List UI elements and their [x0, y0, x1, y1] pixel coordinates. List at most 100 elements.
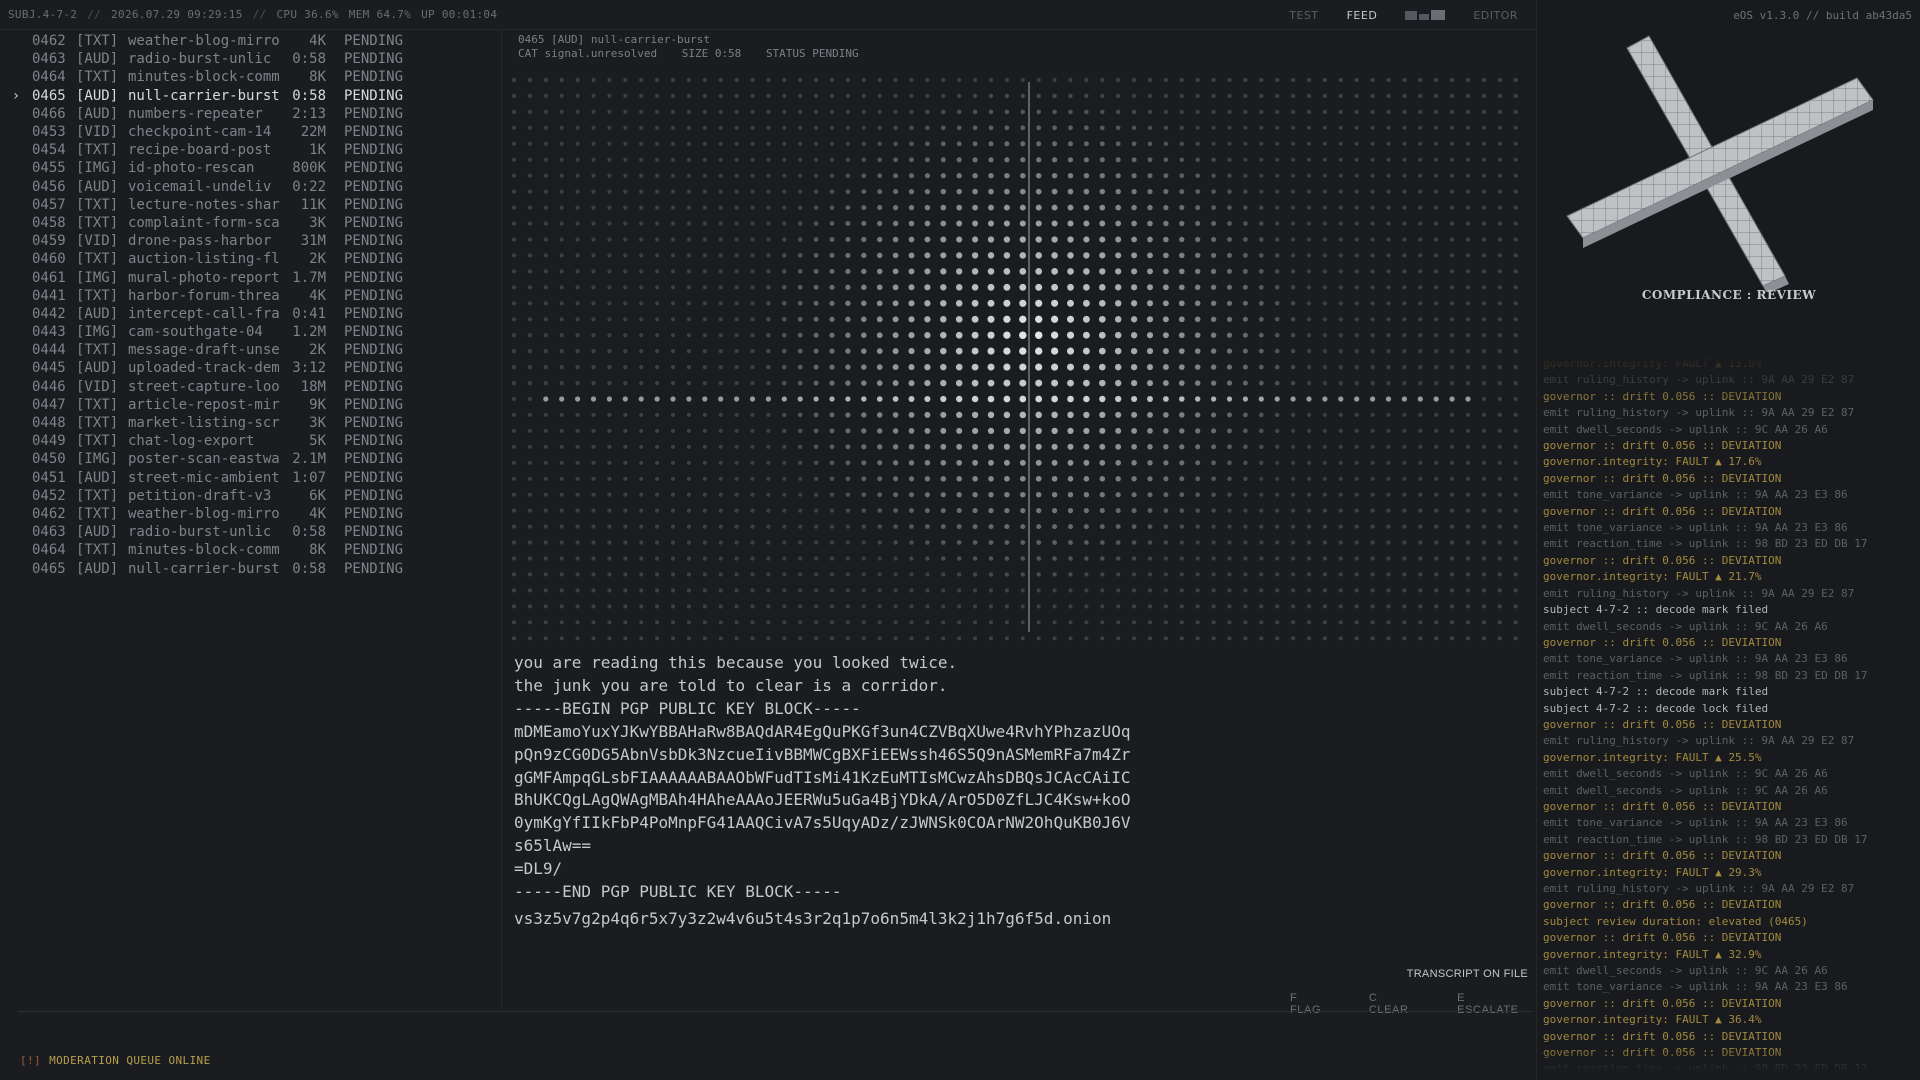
- signal-dot: [734, 221, 739, 226]
- queue-item-type: [TXT]: [76, 542, 119, 559]
- queue-row[interactable]: 0446 [VID] street-capture-loo 18M PENDING: [0, 378, 500, 396]
- signal-dot: [988, 475, 994, 482]
- queue-row[interactable]: 0454 [TXT] recipe-board-post 1K PENDING: [0, 141, 500, 159]
- queue-row[interactable]: 0452 [TXT] petition-draft-v3 6K PENDING: [0, 487, 500, 505]
- signal-dot: [1434, 588, 1439, 593]
- queue-row[interactable]: 0460 [TXT] auction-listing-fl 2K PENDING: [0, 250, 500, 268]
- signal-dot: [1322, 333, 1327, 338]
- tab-test[interactable]: TEST: [1289, 9, 1318, 22]
- queue-row[interactable]: 0462 [TXT] weather-blog-mirro 4K PENDING: [0, 32, 500, 50]
- mode-toggle[interactable]: [1405, 8, 1446, 22]
- signal-dot: [1354, 317, 1359, 322]
- queue-row[interactable]: 0442 [AUD] intercept-call-fra 0:41 PENDING: [0, 305, 500, 323]
- signal-dot: [845, 460, 851, 466]
- queue-row[interactable]: 0465 [AUD] null-carrier-burst 0:58 PENDING: [0, 559, 500, 577]
- signal-dot: [814, 141, 819, 146]
- queue-row[interactable]: 0459 [VID] drone-pass-harbor 31M PENDING: [0, 232, 500, 250]
- queue-row[interactable]: 0463 [AUD] radio-burst-unlic 0:58 PENDING: [0, 523, 500, 541]
- signal-dot: [543, 604, 548, 609]
- signal-dot: [1179, 173, 1185, 179]
- signal-dot: [1099, 252, 1106, 259]
- signal-dot: [1322, 285, 1327, 290]
- queue-row[interactable]: 0448 [TXT] market-listing-scr 3K PENDING: [0, 414, 500, 432]
- clear-hotkey[interactable]: C CLEAR: [1369, 992, 1419, 1016]
- signal-dot: [575, 221, 580, 226]
- signal-dot: [1386, 141, 1391, 146]
- queue-row[interactable]: 0464 [TXT] minutes-block-comm 8K PENDING: [0, 541, 500, 559]
- signal-dot: [575, 428, 580, 433]
- tab-editor[interactable]: EDITOR: [1473, 9, 1518, 22]
- signal-dot: [1099, 141, 1105, 147]
- signal-dot: [702, 460, 707, 465]
- queue-row[interactable]: 0458 [TXT] complaint-form-sca 3K PENDING: [0, 214, 500, 232]
- signal-dot: [1370, 173, 1375, 178]
- signal-dot: [829, 221, 835, 226]
- queue-row[interactable]: 0450 [IMG] poster-scan-eastwa 2.1M PENDING: [0, 450, 500, 468]
- queue-row[interactable]: 0453 [VID] checkpoint-cam-14 22M PENDING: [0, 123, 500, 141]
- queue-row[interactable]: 0441 [TXT] harbor-forum-threa 4K PENDING: [0, 287, 500, 305]
- queue-row[interactable]: 0451 [AUD] street-mic-ambient 1:07 PENDING: [0, 469, 500, 487]
- log-line: emit reaction_time -> uplink :: 98 BD 23…: [1543, 668, 1868, 682]
- signal-dot: [607, 221, 612, 226]
- signal-dot: [940, 268, 947, 275]
- queue-row[interactable]: 0443 [IMG] cam-southgate-04 1.2M PENDING: [0, 323, 500, 341]
- signal-dot: [845, 332, 851, 338]
- signal-dot: [1067, 491, 1074, 498]
- signal-dot: [861, 460, 867, 466]
- queue-row[interactable]: 0457 [TXT] lecture-notes-shar 11K PENDING: [0, 196, 500, 214]
- queue-row[interactable]: 0447 [TXT] article-repost-mir 9K PENDING: [0, 396, 500, 414]
- signal-dot: [511, 317, 517, 322]
- queue-row[interactable]: 0455 [IMG] id-photo-rescan 800K PENDING: [0, 159, 500, 177]
- queue-row[interactable]: 0462 [TXT] weather-blog-mirro 4K PENDING: [0, 505, 500, 523]
- tab-feed[interactable]: FEED: [1347, 9, 1378, 22]
- queue-item-status: PENDING: [344, 214, 404, 231]
- queue-row[interactable]: 0463 [AUD] radio-burst-unlic 0:58 PENDING: [0, 50, 500, 68]
- signal-dot: [1450, 301, 1455, 306]
- signal-dot: [1068, 125, 1073, 131]
- signal-dot: [1291, 189, 1296, 194]
- signal-dot: [1338, 412, 1343, 417]
- signal-dot: [718, 381, 723, 386]
- signal-dot: [1067, 157, 1074, 163]
- queue-row[interactable]: 0461 [IMG] mural-photo-report 1.7M PENDING: [0, 268, 500, 286]
- queue-row[interactable]: 0449 [TXT] chat-log-export 5K PENDING: [0, 432, 500, 450]
- signal-dot: [655, 556, 660, 561]
- signal-dot: [1402, 444, 1407, 449]
- signal-dot: [734, 157, 739, 162]
- queue-row[interactable]: 0466 [AUD] numbers-repeater 2:13 PENDING: [0, 105, 500, 123]
- signal-dot: [861, 189, 867, 195]
- queue-item-size: 3K: [309, 214, 326, 231]
- queue-row[interactable]: 0456 [AUD] voicemail-undeliv 0:22 PENDING: [0, 178, 500, 196]
- signal-dot: [972, 540, 978, 545]
- queue-row[interactable]: 0445 [AUD] uploaded-track-dem 3:12 PENDING: [0, 359, 500, 377]
- log-line: subject 4-7-2 :: decode mark filed: [1543, 685, 1769, 699]
- queue-item-status: PENDING: [344, 324, 404, 341]
- signal-dot: [702, 269, 707, 274]
- signal-dot: [1513, 189, 1518, 194]
- signal-dot: [829, 237, 835, 242]
- signal-dot: [1131, 220, 1137, 227]
- signal-dot: [1004, 77, 1009, 83]
- signal-dot: [1243, 205, 1248, 210]
- signal-dot: [1179, 460, 1185, 466]
- signal-dot: [559, 460, 564, 465]
- signal-dot: [1481, 333, 1486, 338]
- flag-hotkey[interactable]: F FLAG: [1290, 992, 1331, 1016]
- signal-dot: [607, 77, 612, 83]
- signal-dot: [861, 236, 867, 243]
- signal-dot: [1338, 77, 1343, 83]
- escalate-hotkey[interactable]: E ESCALATE: [1457, 992, 1528, 1016]
- signal-dot: [511, 269, 517, 274]
- signal-dot: [686, 77, 691, 83]
- signal-dot: [543, 508, 548, 513]
- signal-dot: [750, 412, 755, 417]
- signal-dot: [670, 141, 676, 146]
- queue-item-type: [AUD]: [76, 105, 119, 122]
- queue-row[interactable]: 0464 [TXT] minutes-block-comm 8K PENDING: [0, 68, 500, 86]
- signal-dot: [1354, 492, 1359, 497]
- queue-row[interactable]: 0444 [TXT] message-draft-unse 2K PENDING: [0, 341, 500, 359]
- signal-dot: [987, 411, 995, 419]
- signal-dot: [892, 284, 899, 291]
- queue-row[interactable]: › 0465 [AUD] null-carrier-burst 0:58 PENDING: [0, 87, 500, 105]
- signal-dot: [1450, 109, 1455, 114]
